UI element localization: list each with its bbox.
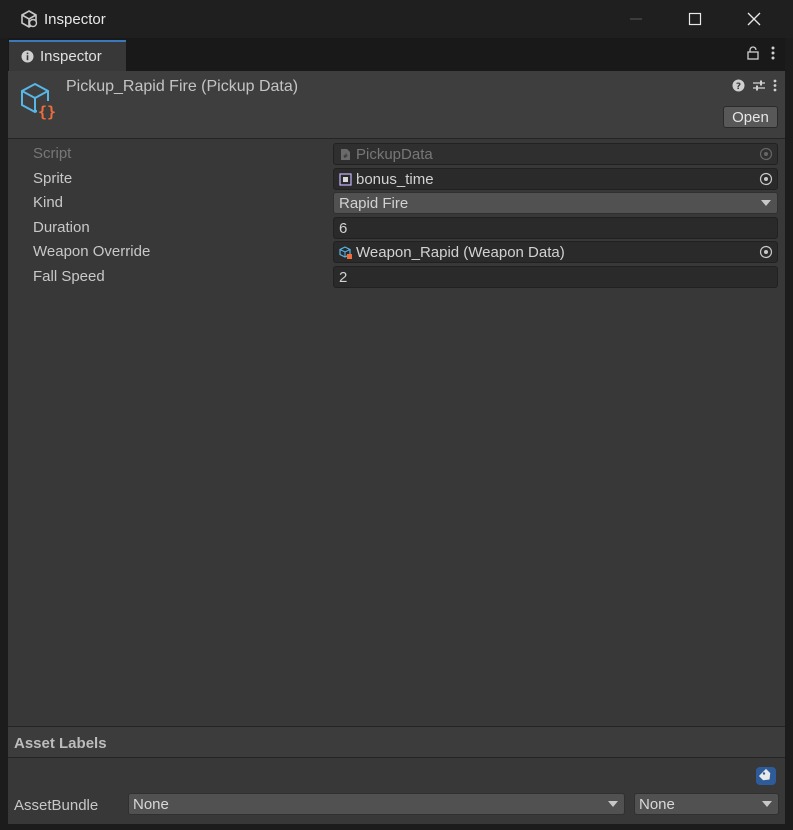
property-label-sprite: Sprite xyxy=(33,170,73,187)
asset-label-button[interactable] xyxy=(755,766,777,786)
svg-text:#: # xyxy=(343,153,348,160)
assetbundle-label: AssetBundle xyxy=(14,797,99,814)
window-titlebar: Inspector xyxy=(0,0,793,38)
unity-app-icon xyxy=(21,10,38,28)
fall-speed-field[interactable]: 2 xyxy=(333,266,778,288)
tag-icon xyxy=(756,767,776,785)
property-row-sprite: Sprite bonus_time xyxy=(8,168,785,192)
sprite-value: bonus_time xyxy=(356,170,434,188)
svg-text:{}: {} xyxy=(38,103,56,121)
open-button[interactable]: Open xyxy=(723,106,778,128)
property-row-duration: Duration 6 xyxy=(8,217,785,241)
assetbundle-variant-value: None xyxy=(639,795,675,813)
tab-strip: Inspector xyxy=(8,38,785,71)
assetbundle-name-dropdown[interactable]: None xyxy=(128,793,625,815)
object-picker-icon[interactable] xyxy=(759,245,773,259)
window-title: Inspector xyxy=(44,11,106,28)
maximize-icon xyxy=(688,12,702,26)
property-row-fall-speed: Fall Speed 2 xyxy=(8,266,785,290)
property-label-duration: Duration xyxy=(33,219,90,236)
minimize-icon xyxy=(630,18,642,20)
scriptable-object-icon xyxy=(339,245,352,259)
close-icon xyxy=(747,12,761,26)
script-field: # PickupData xyxy=(333,143,778,165)
weapon-override-field[interactable]: Weapon_Rapid (Weapon Data) xyxy=(333,241,778,263)
duration-value: 6 xyxy=(339,219,348,237)
minimize-button[interactable] xyxy=(607,0,665,38)
kind-dropdown[interactable]: Rapid Fire xyxy=(333,192,778,214)
property-label-script: Script xyxy=(33,145,72,162)
inspector-panel: {} Pickup_Rapid Fire (Pickup Data) ? Ope… xyxy=(8,71,785,824)
weapon-override-value: Weapon_Rapid (Weapon Data) xyxy=(356,243,565,261)
object-picker-icon[interactable] xyxy=(759,172,773,186)
assetbundle-row: AssetBundle None None xyxy=(8,793,785,817)
asset-title: Pickup_Rapid Fire (Pickup Data) xyxy=(66,78,299,95)
object-picker-icon xyxy=(759,147,773,161)
asset-labels-title: Asset Labels xyxy=(14,735,107,752)
chevron-down-icon xyxy=(761,200,771,206)
property-row-weapon-override: Weapon Override Weapon_Rapid (Weapon Dat… xyxy=(8,241,785,265)
property-label-kind: Kind xyxy=(33,194,64,211)
close-button[interactable] xyxy=(725,0,783,38)
sprite-icon xyxy=(339,172,352,186)
assetbundle-variant-dropdown[interactable]: None xyxy=(634,793,779,815)
sprite-field[interactable]: bonus_time xyxy=(333,168,778,190)
inspector-header: {} Pickup_Rapid Fire (Pickup Data) ? Ope… xyxy=(8,71,785,139)
chevron-down-icon xyxy=(608,801,618,807)
kebab-menu-icon[interactable] xyxy=(771,46,775,60)
tab-inspector[interactable]: Inspector xyxy=(9,40,126,71)
script-file-icon: # xyxy=(341,148,350,160)
duration-field[interactable]: 6 xyxy=(333,217,778,239)
preset-icon[interactable] xyxy=(752,79,766,92)
asset-labels-section[interactable]: Asset Labels xyxy=(8,726,785,758)
property-label-weapon-override: Weapon Override xyxy=(33,243,151,260)
info-icon xyxy=(21,50,34,63)
fall-speed-value: 2 xyxy=(339,268,348,286)
property-label-fall-speed: Fall Speed xyxy=(33,268,105,285)
help-icon[interactable]: ? xyxy=(732,79,745,92)
svg-text:?: ? xyxy=(736,82,741,92)
property-row-script: Script # PickupData xyxy=(8,143,785,167)
lock-icon[interactable] xyxy=(747,46,759,60)
script-value: PickupData xyxy=(356,145,433,163)
property-row-kind: Kind Rapid Fire xyxy=(8,192,785,216)
kind-value: Rapid Fire xyxy=(339,194,409,212)
maximize-button[interactable] xyxy=(666,0,724,38)
tab-label: Inspector xyxy=(40,48,102,65)
header-kebab-menu-icon[interactable] xyxy=(773,79,777,92)
scriptable-object-icon: {} xyxy=(21,82,57,121)
chevron-down-icon xyxy=(762,801,772,807)
assetbundle-name-value: None xyxy=(133,795,169,813)
